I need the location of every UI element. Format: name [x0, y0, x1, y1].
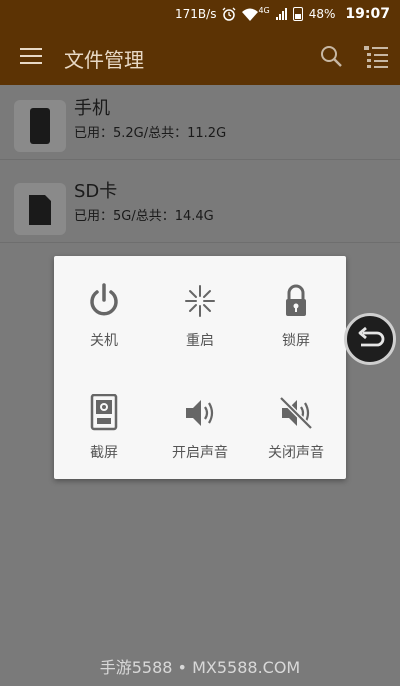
back-icon — [358, 326, 385, 347]
storage-usage: 已用：5.2G/总共：11.2G — [74, 126, 227, 141]
app-bar: 文件管理 — [0, 28, 400, 85]
clock: 19:07 — [345, 6, 390, 22]
restart-button[interactable]: 重启 — [152, 282, 248, 362]
option-label: 关机 — [90, 333, 118, 349]
wifi-icon — [242, 8, 259, 21]
sound-off-button[interactable]: 关闭声音 — [248, 394, 344, 474]
power-off-button[interactable]: 关机 — [56, 282, 152, 362]
storage-item-sd[interactable]: SD卡 已用：5G/总共：14.4G — [0, 173, 400, 243]
screenshot-button[interactable]: 截屏 — [56, 394, 152, 474]
screenshot-icon — [90, 394, 118, 431]
sound-on-icon — [186, 400, 214, 426]
storage-name: SD卡 — [74, 181, 118, 202]
lock-icon — [286, 284, 306, 316]
floating-back-button[interactable] — [344, 313, 396, 365]
list-view-icon[interactable] — [363, 45, 389, 69]
power-icon — [90, 283, 118, 316]
page-title: 文件管理 — [64, 48, 144, 72]
storage-usage: 已用：5G/总共：14.4G — [74, 209, 214, 224]
option-label: 重启 — [186, 333, 214, 349]
sd-card-icon — [29, 195, 51, 225]
menu-icon[interactable] — [20, 48, 42, 64]
phone-icon — [30, 108, 50, 144]
signal-icon — [275, 8, 287, 20]
option-label: 关闭声音 — [268, 445, 324, 461]
sound-off-icon — [279, 396, 313, 430]
power-menu-dialog: 关机 重启 锁屏 截屏 开启声音 关闭声音 — [54, 256, 346, 479]
lock-screen-button[interactable]: 锁屏 — [248, 282, 344, 362]
battery-icon — [292, 7, 303, 21]
net-speed: 171B/s — [175, 7, 217, 21]
storage-item-phone[interactable]: 手机 已用：5.2G/总共：11.2G — [0, 90, 400, 160]
watermark: 手游5588 • MX5588.COM — [99, 658, 301, 677]
battery-level: 48% — [308, 7, 336, 21]
option-label: 截屏 — [90, 445, 118, 461]
status-bar: 171B/s 4G 48% 19:07 — [0, 0, 400, 28]
alarm-icon — [222, 7, 236, 21]
sound-on-button[interactable]: 开启声音 — [152, 394, 248, 474]
option-label: 开启声音 — [172, 445, 228, 461]
network-type: 4G — [258, 5, 270, 15]
restart-icon — [185, 285, 215, 317]
search-icon[interactable] — [320, 45, 342, 67]
storage-name: 手机 — [74, 98, 110, 119]
option-label: 锁屏 — [282, 333, 310, 349]
